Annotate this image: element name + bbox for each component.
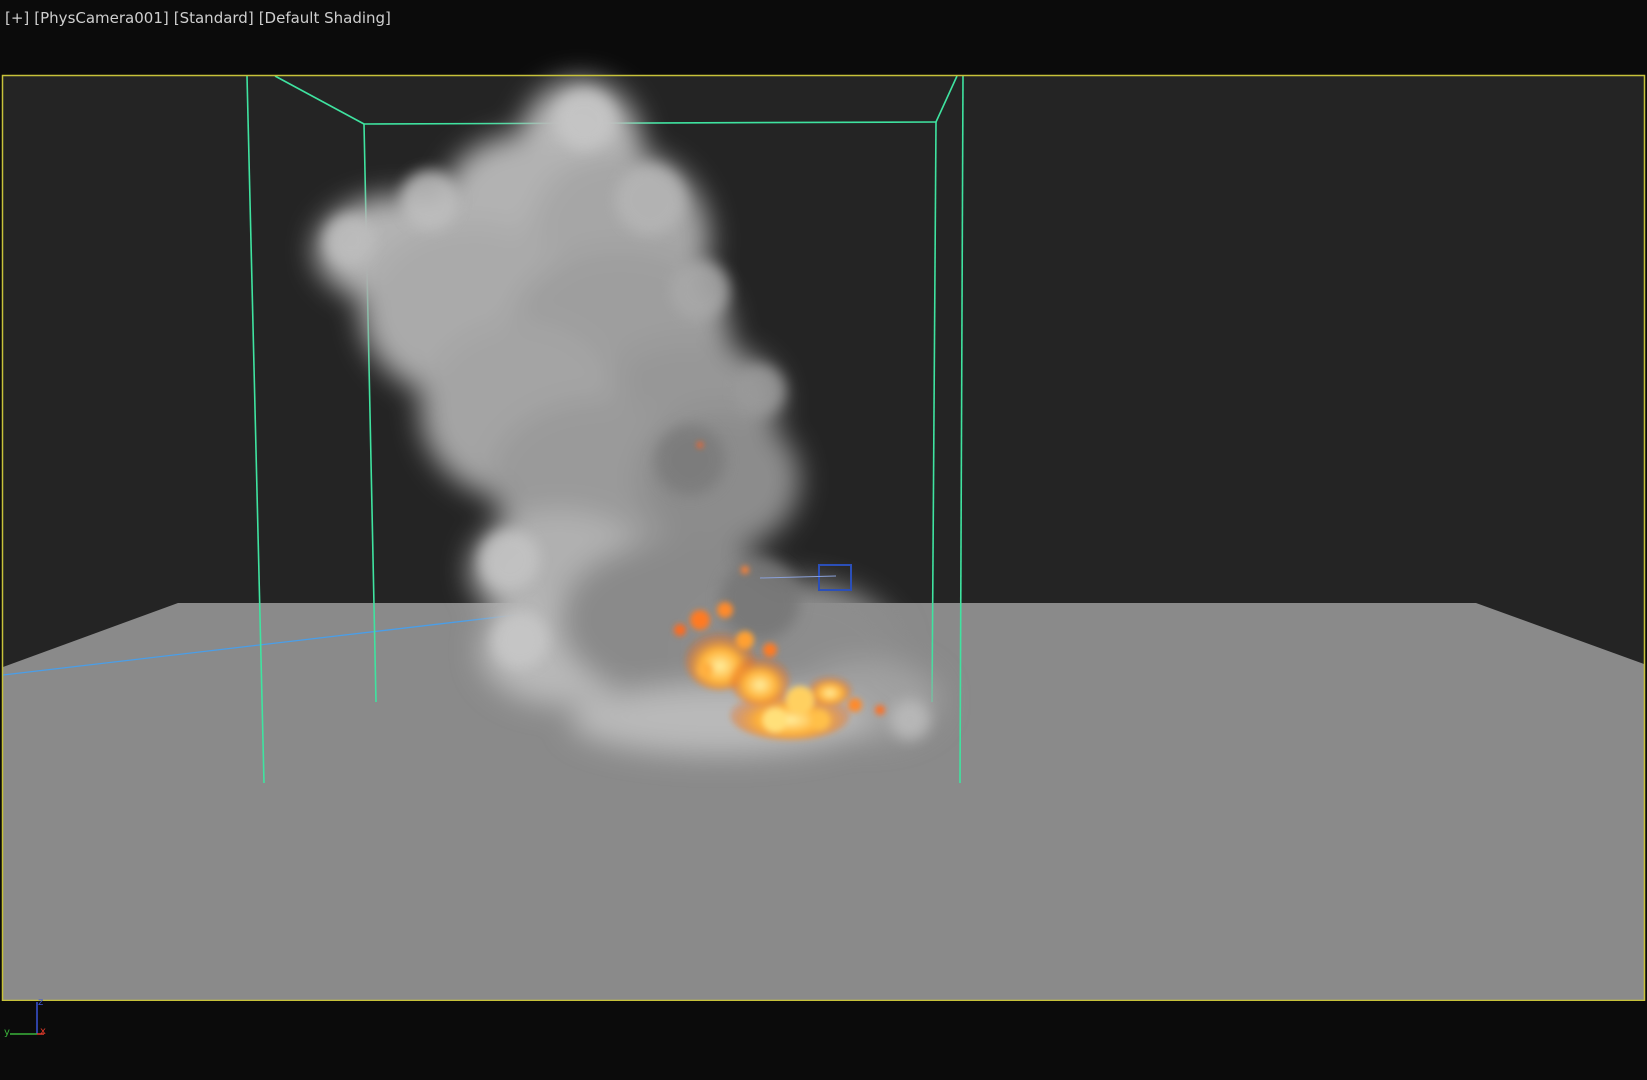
axis-label-y: y bbox=[4, 1027, 10, 1038]
viewport-footer bbox=[0, 1001, 1647, 1080]
viewport-scene[interactable] bbox=[0, 0, 1647, 1080]
axis-label-z: z bbox=[38, 997, 44, 1008]
camera-viewport[interactable]: [+] [PhysCamera001] [Standard] [Default … bbox=[0, 0, 1647, 1080]
axis-tripod-icon: z y x bbox=[2, 996, 52, 1040]
axis-label-x: x bbox=[40, 1026, 46, 1037]
